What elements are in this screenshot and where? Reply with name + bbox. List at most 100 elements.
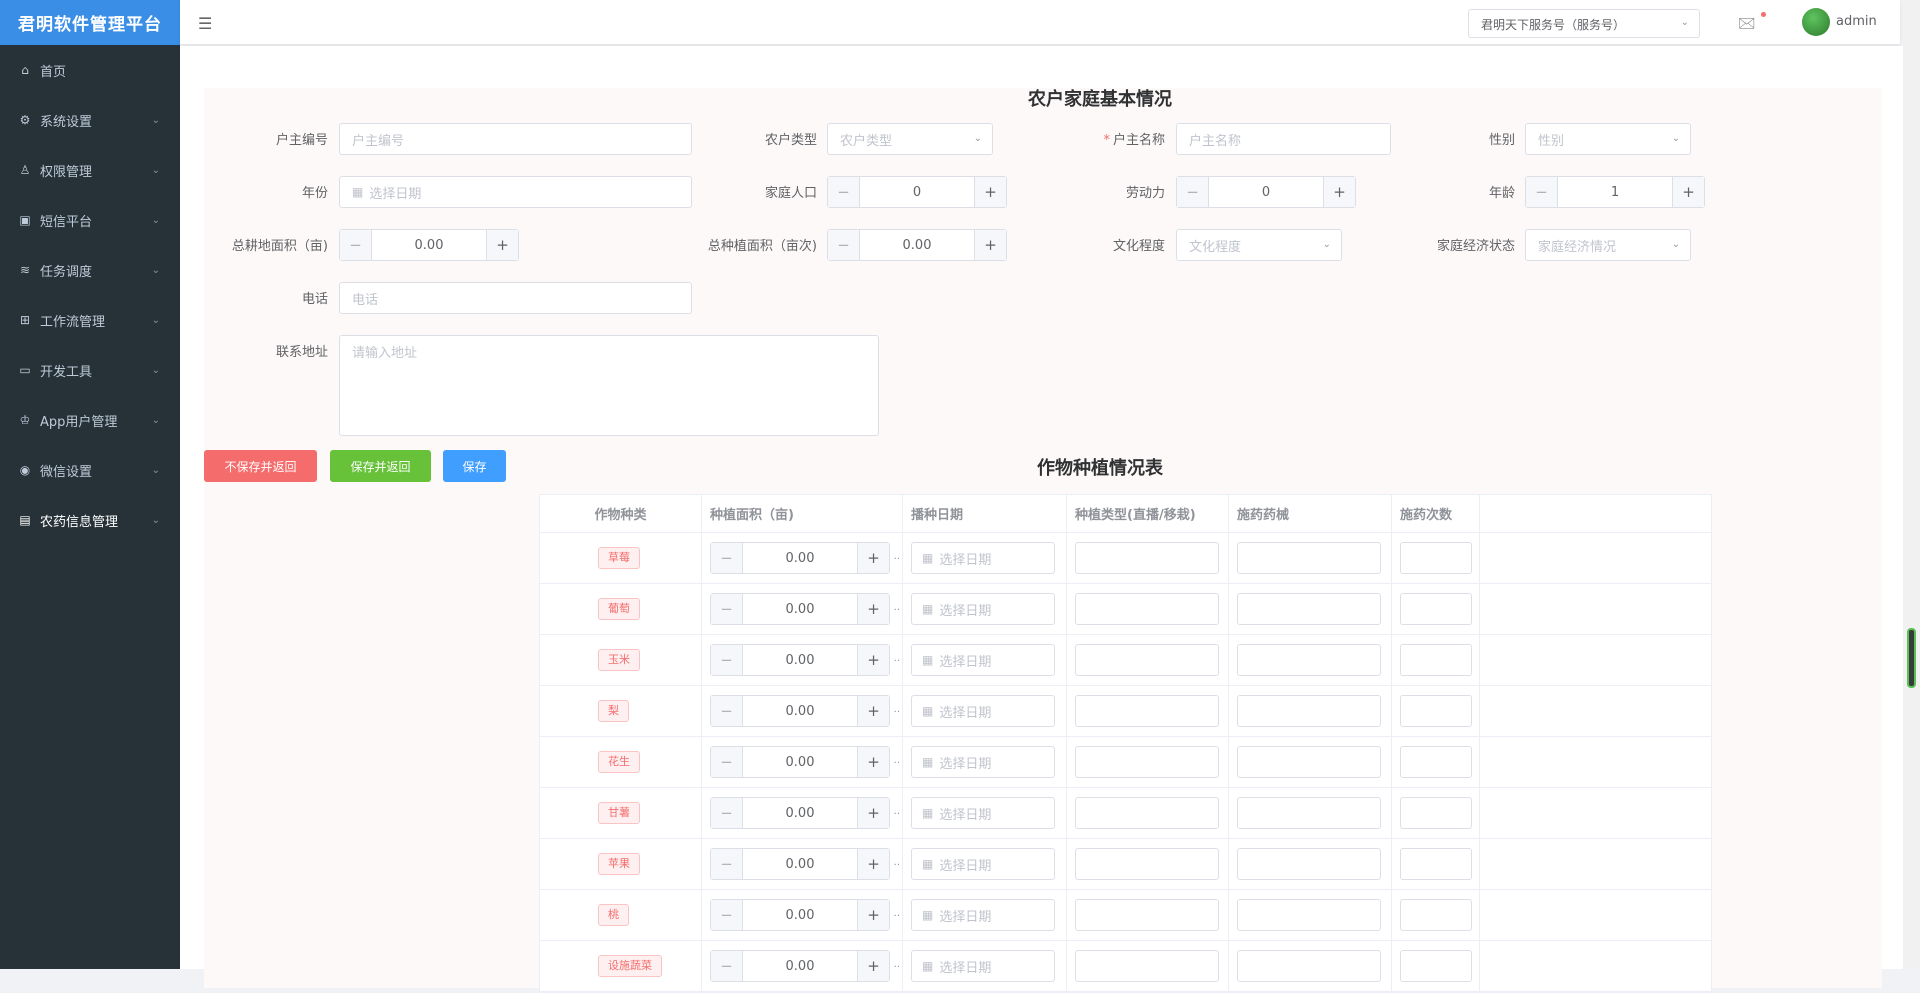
labor-force-value[interactable]: 0 [1209, 177, 1323, 207]
minus-icon[interactable]: − [828, 230, 860, 260]
spray-count-input[interactable] [1400, 797, 1472, 829]
planting-type-input[interactable] [1075, 695, 1219, 727]
sowing-date-picker[interactable]: ▦ 选择日期 [911, 950, 1055, 982]
planting-type-input[interactable] [1075, 848, 1219, 880]
year-date-picker[interactable]: ▦ 选择日期 [339, 176, 692, 208]
scrollbar-thumb[interactable] [1907, 628, 1916, 688]
minus-icon[interactable]: − [711, 594, 743, 624]
sowing-date-picker[interactable]: ▦ 选择日期 [911, 695, 1055, 727]
avatar[interactable] [1802, 8, 1830, 36]
hamburger-menu-icon[interactable]: ☰ [198, 14, 212, 33]
sowing-date-picker[interactable]: ▦ 选择日期 [911, 644, 1055, 676]
total-planting-stepper[interactable]: − 0.00 + [827, 229, 1007, 261]
family-population-value[interactable]: 0 [860, 177, 974, 207]
spray-equipment-input[interactable] [1237, 542, 1381, 574]
spray-equipment-input[interactable] [1237, 644, 1381, 676]
area-stepper[interactable]: −0.00 + [710, 593, 890, 625]
area-value[interactable]: 0.00 [743, 849, 857, 879]
family-population-stepper[interactable]: − 0 + [827, 176, 1007, 208]
spray-count-input[interactable] [1400, 950, 1472, 982]
household-no-input[interactable]: 户主编号 [339, 123, 692, 155]
area-value[interactable]: 0.00 [743, 900, 857, 930]
spray-equipment-input[interactable] [1237, 593, 1381, 625]
app-logo-title[interactable]: 君明软件管理平台 [0, 0, 180, 45]
plus-icon[interactable]: + [857, 696, 889, 726]
plus-icon[interactable]: + [857, 900, 889, 930]
area-stepper[interactable]: −0.00 + [710, 746, 890, 778]
minus-icon[interactable]: − [1177, 177, 1209, 207]
minus-icon[interactable]: − [711, 747, 743, 777]
area-stepper[interactable]: −0.00 + [710, 899, 890, 931]
page-scrollbar[interactable] [1903, 0, 1920, 969]
plus-icon[interactable]: + [1672, 177, 1704, 207]
minus-icon[interactable]: − [711, 645, 743, 675]
username[interactable]: admin [1836, 14, 1877, 29]
discard-and-return-button[interactable]: 不保存并返回 [204, 450, 317, 482]
minus-icon[interactable]: − [711, 951, 743, 981]
minus-icon[interactable]: − [828, 177, 860, 207]
gender-select[interactable]: 性别 ⌄ [1525, 123, 1691, 155]
address-textarea[interactable]: 请输入地址 [339, 335, 879, 436]
sidebar-item-sms[interactable]: ▣ 短信平台 ⌄ [0, 195, 180, 245]
spray-equipment-input[interactable] [1237, 746, 1381, 778]
area-value[interactable]: 0.00 [743, 747, 857, 777]
minus-icon[interactable]: − [711, 798, 743, 828]
area-stepper[interactable]: −0.00 + [710, 695, 890, 727]
economic-status-select[interactable]: 家庭经济情况 ⌄ [1525, 229, 1691, 261]
area-stepper[interactable]: −0.00 + [710, 542, 890, 574]
area-value[interactable]: 0.00 [743, 696, 857, 726]
plus-icon[interactable]: + [974, 177, 1006, 207]
spray-count-input[interactable] [1400, 593, 1472, 625]
account-select[interactable]: 君明天下服务号（服务号） ⌄ [1468, 9, 1700, 38]
spray-count-input[interactable] [1400, 695, 1472, 727]
total-farmland-stepper[interactable]: − 0.00 + [339, 229, 519, 261]
area-value[interactable]: 0.00 [743, 543, 857, 573]
total-farmland-value[interactable]: 0.00 [372, 230, 486, 260]
total-planting-value[interactable]: 0.00 [860, 230, 974, 260]
sowing-date-picker[interactable]: ▦ 选择日期 [911, 899, 1055, 931]
area-stepper[interactable]: −0.00 + [710, 950, 890, 982]
spray-count-input[interactable] [1400, 746, 1472, 778]
area-stepper[interactable]: −0.00 + [710, 644, 890, 676]
spray-equipment-input[interactable] [1237, 848, 1381, 880]
age-value[interactable]: 1 [1558, 177, 1672, 207]
spray-count-input[interactable] [1400, 644, 1472, 676]
plus-icon[interactable]: + [857, 849, 889, 879]
planting-type-input[interactable] [1075, 797, 1219, 829]
minus-icon[interactable]: − [340, 230, 372, 260]
phone-input[interactable]: 电话 [339, 282, 692, 314]
sowing-date-picker[interactable]: ▦ 选择日期 [911, 593, 1055, 625]
sidebar-item-wechat[interactable]: ◉ 微信设置 ⌄ [0, 445, 180, 495]
sidebar-item-workflow[interactable]: ⊞ 工作流管理 ⌄ [0, 295, 180, 345]
area-stepper[interactable]: −0.00 + [710, 848, 890, 880]
plus-icon[interactable]: + [486, 230, 518, 260]
planting-type-input[interactable] [1075, 746, 1219, 778]
planting-type-input[interactable] [1075, 899, 1219, 931]
spray-equipment-input[interactable] [1237, 950, 1381, 982]
sowing-date-picker[interactable]: ▦ 选择日期 [911, 542, 1055, 574]
spray-count-input[interactable] [1400, 899, 1472, 931]
plus-icon[interactable]: + [1323, 177, 1355, 207]
sidebar-item-app-users[interactable]: ♔ App用户管理 ⌄ [0, 395, 180, 445]
sidebar-item-home[interactable]: ⌂ 首页 [0, 45, 180, 95]
plus-icon[interactable]: + [857, 798, 889, 828]
age-stepper[interactable]: − 1 + [1525, 176, 1705, 208]
plus-icon[interactable]: + [857, 951, 889, 981]
householder-name-input[interactable]: 户主名称 [1176, 123, 1391, 155]
sidebar-item-pesticide-info[interactable]: ▤ 农药信息管理 ⌄ [0, 495, 180, 545]
planting-type-input[interactable] [1075, 950, 1219, 982]
plus-icon[interactable]: + [974, 230, 1006, 260]
plus-icon[interactable]: + [857, 645, 889, 675]
area-stepper[interactable]: −0.00 + [710, 797, 890, 829]
plus-icon[interactable]: + [857, 543, 889, 573]
area-value[interactable]: 0.00 [743, 594, 857, 624]
plus-icon[interactable]: + [857, 594, 889, 624]
education-select[interactable]: 文化程度 ⌄ [1176, 229, 1342, 261]
plus-icon[interactable]: + [857, 747, 889, 777]
minus-icon[interactable]: − [711, 543, 743, 573]
planting-type-input[interactable] [1075, 542, 1219, 574]
spray-count-input[interactable] [1400, 542, 1472, 574]
spray-count-input[interactable] [1400, 848, 1472, 880]
area-value[interactable]: 0.00 [743, 645, 857, 675]
minus-icon[interactable]: − [711, 900, 743, 930]
